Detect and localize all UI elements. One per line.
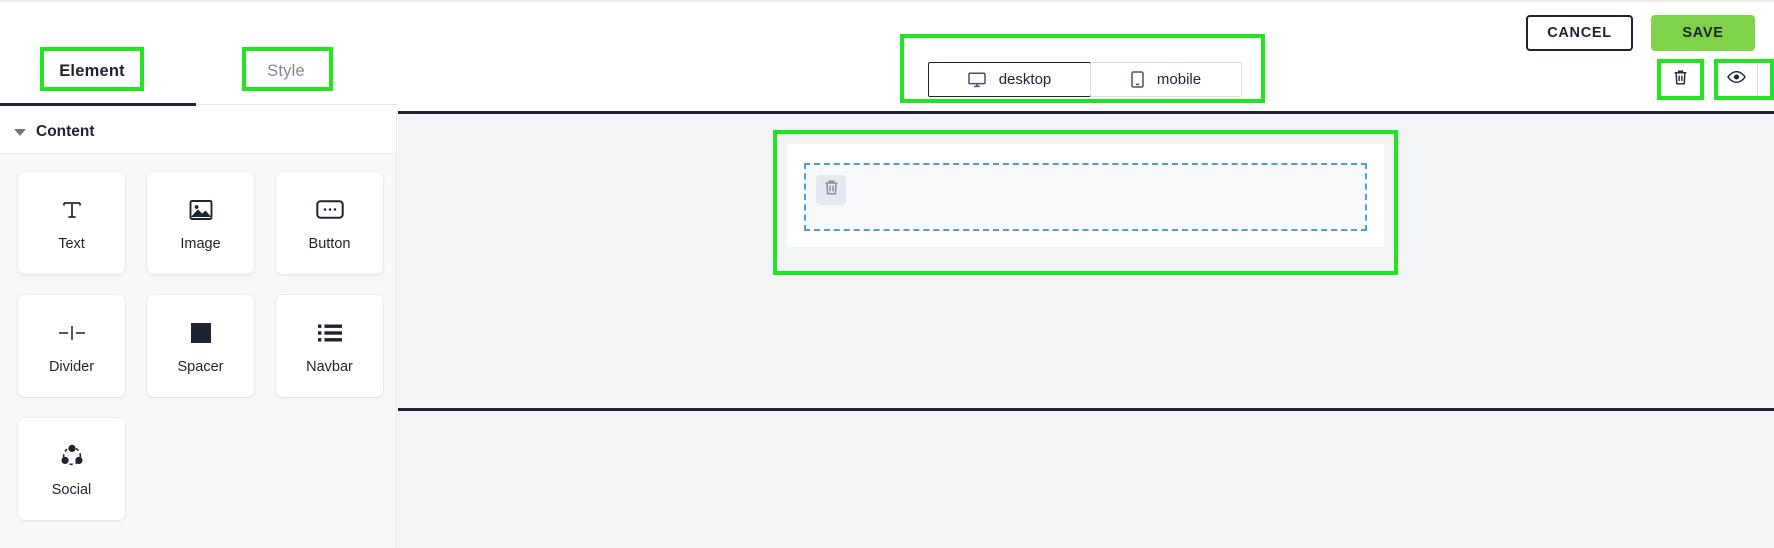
element-card-button-label: Button: [308, 235, 351, 252]
delete-button[interactable]: [1658, 62, 1702, 97]
tabs-divider: [196, 104, 397, 105]
element-card-social[interactable]: Social: [18, 418, 125, 520]
element-card-divider[interactable]: Divider: [18, 295, 125, 397]
tab-element-label: Element: [59, 62, 125, 80]
device-button-mobile[interactable]: mobile: [1090, 62, 1242, 97]
element-card-spacer-label: Spacer: [177, 358, 224, 375]
tab-element[interactable]: Element: [38, 40, 146, 103]
element-card-social-label: Social: [51, 481, 92, 498]
element-card-divider-label: Divider: [48, 358, 95, 375]
email-builder-app: Element Style desktop mobile CANCEL SAVE…: [0, 0, 1774, 548]
image-icon: [188, 195, 214, 225]
panel-tabs: Element Style: [0, 40, 397, 111]
save-button[interactable]: SAVE: [1651, 15, 1755, 51]
divider-icon: [57, 318, 87, 348]
button-icon: [315, 195, 344, 225]
spacer-icon: [190, 318, 212, 348]
eye-icon: [1726, 70, 1746, 89]
device-button-desktop[interactable]: desktop: [928, 62, 1091, 97]
toolbar-icon-buttons: [1658, 62, 1758, 97]
element-card-text-label: Text: [58, 235, 85, 252]
content-section-header[interactable]: Content: [0, 111, 396, 154]
element-sidebar: Content Text Image Button Divider Spacer…: [0, 111, 397, 548]
editor-canvas[interactable]: [398, 111, 1774, 411]
top-toolbar: Element Style desktop mobile CANCEL SAVE: [0, 0, 1774, 111]
active-tab-underline: [0, 103, 196, 106]
element-card-grid: Text Image Button Divider Spacer Navbar …: [18, 172, 383, 520]
element-card-spacer[interactable]: Spacer: [147, 295, 254, 397]
element-card-button[interactable]: Button: [276, 172, 383, 274]
canvas-block-content[interactable]: [787, 144, 1384, 247]
tab-style[interactable]: Style: [240, 40, 332, 103]
trash-icon: [824, 179, 839, 201]
monitor-icon: [967, 71, 986, 88]
element-card-image[interactable]: Image: [147, 172, 254, 274]
element-card-text[interactable]: Text: [18, 172, 125, 274]
drop-zone[interactable]: [804, 163, 1367, 231]
canvas-block[interactable]: [773, 133, 1398, 266]
element-card-navbar[interactable]: Navbar: [276, 295, 383, 397]
smartphone-icon: [1131, 71, 1144, 88]
text-icon: [59, 195, 85, 225]
drop-zone-delete-button[interactable]: [816, 175, 846, 205]
device-button-mobile-label: mobile: [1156, 71, 1202, 88]
preview-button[interactable]: [1714, 62, 1758, 97]
tab-style-label: Style: [267, 62, 305, 80]
content-section-title: Content: [36, 123, 95, 140]
element-card-image-label: Image: [180, 235, 221, 252]
canvas-outer-background: [398, 411, 1774, 548]
device-button-desktop-label: desktop: [998, 71, 1052, 88]
navbar-icon: [317, 318, 343, 348]
social-share-icon: [58, 441, 86, 471]
toolbar-top-shadow: [0, 0, 1774, 3]
caret-down-icon[interactable]: [14, 128, 26, 136]
cancel-button[interactable]: CANCEL: [1526, 15, 1633, 51]
device-switch-group: desktop mobile: [928, 62, 1242, 97]
trash-icon: [1673, 69, 1688, 91]
element-card-navbar-label: Navbar: [306, 358, 353, 375]
